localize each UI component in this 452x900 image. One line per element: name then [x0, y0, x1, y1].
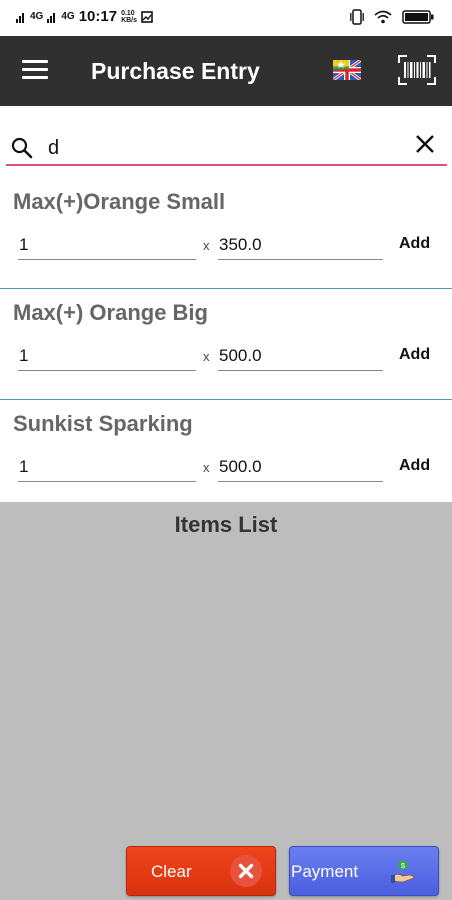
- price-field[interactable]: [218, 341, 383, 371]
- wifi-icon: [374, 10, 392, 24]
- net-speed-unit: KB/s: [121, 16, 138, 24]
- quantity-field[interactable]: [18, 452, 196, 482]
- search-icon: [11, 137, 33, 159]
- clear-button[interactable]: Clear: [126, 846, 276, 896]
- status-left: 4G 4G 10:17 0.10 KB/s: [16, 8, 153, 25]
- app-bar: Purchase Entry: [0, 36, 452, 106]
- price-field[interactable]: [218, 452, 383, 482]
- product-name: Max(+)Orange Small: [13, 189, 226, 214]
- barcode-scanner-icon[interactable]: [398, 55, 436, 85]
- add-button[interactable]: Add: [399, 457, 430, 475]
- close-icon[interactable]: [413, 132, 437, 156]
- add-button[interactable]: Add: [399, 235, 430, 253]
- vibrate-icon: [350, 9, 364, 25]
- svg-text:$: $: [401, 863, 405, 870]
- page-title: Purchase Entry: [91, 58, 260, 84]
- search-bar: [0, 106, 452, 178]
- language-flag-icon[interactable]: [333, 60, 361, 80]
- cash-payment-icon: $: [391, 860, 415, 883]
- add-button[interactable]: Add: [399, 346, 430, 364]
- status-bar: 4G 4G 10:17 0.10 KB/s: [0, 0, 452, 36]
- clock: 10:17: [78, 8, 118, 25]
- network-type-1: 4G: [30, 10, 44, 22]
- hamburger-menu-icon[interactable]: [22, 60, 48, 82]
- signal-icon: [16, 12, 24, 23]
- status-right: [350, 9, 434, 25]
- net-speed-value: 0.10: [121, 9, 135, 17]
- close-circle-icon: [230, 855, 262, 887]
- times-sign: x: [203, 238, 210, 253]
- signal-icon: [47, 12, 56, 23]
- times-sign: x: [203, 460, 210, 475]
- quantity-field[interactable]: [18, 230, 196, 260]
- network-type-2: 4G: [61, 10, 75, 22]
- product-name: Max(+) Orange Big: [13, 300, 208, 325]
- product-name: Sunkist Sparking: [13, 411, 193, 436]
- items-list-heading: Items List: [174, 512, 278, 537]
- net-speed: 0.10 KB/s: [121, 10, 137, 24]
- list-item: Max(+) Orange Big x Add: [0, 289, 452, 400]
- search-underline: [6, 164, 447, 166]
- search-input[interactable]: [48, 134, 398, 162]
- price-field[interactable]: [218, 230, 383, 260]
- quantity-field[interactable]: [18, 341, 196, 371]
- payment-button-label: Payment: [291, 862, 359, 881]
- list-item: Sunkist Sparking x Add: [0, 400, 452, 502]
- list-item: Max(+)Orange Small x Add: [0, 178, 452, 289]
- gallery-notification-icon: [141, 10, 153, 23]
- battery-icon: [402, 10, 434, 24]
- clear-button-label: Clear: [151, 862, 192, 881]
- payment-button[interactable]: Payment $: [289, 846, 439, 896]
- product-list: Max(+)Orange Small x Add Max(+) Orange B…: [0, 178, 452, 502]
- times-sign: x: [203, 349, 210, 364]
